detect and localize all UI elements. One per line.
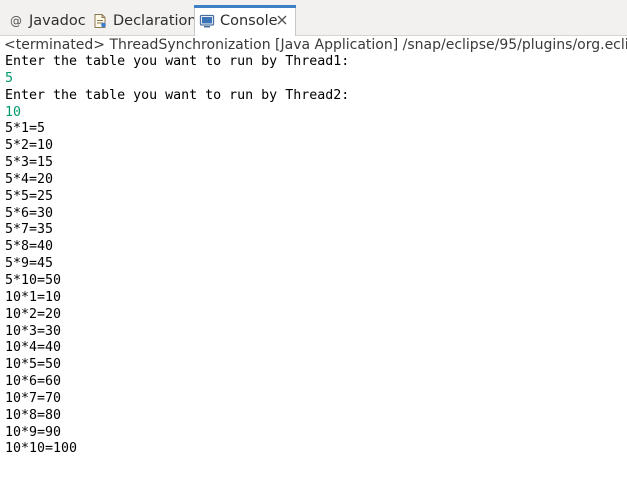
console-output-line: 10*9=90 [5, 424, 62, 440]
declaration-icon [92, 13, 108, 29]
console-output-line: 5*1=5 [5, 121, 46, 137]
console-output-line: 10*7=70 [5, 390, 62, 406]
console-output-line: 5*5=25 [5, 188, 54, 204]
tab-declaration[interactable]: Declaration [88, 6, 197, 36]
console-output-line: 5*6=30 [5, 205, 54, 221]
console-output-line: 5*9=45 [5, 256, 54, 272]
tab-javadoc[interactable]: @ Javadoc [4, 6, 86, 36]
console-output-line: 5*2=10 [5, 138, 54, 154]
console-output-line: 5*4=20 [5, 171, 54, 187]
console-output-line: Enter the table you want to run by Threa… [5, 87, 350, 103]
console-output-line: 5*7=35 [5, 222, 54, 238]
console-output-line: 10*6=60 [5, 374, 62, 390]
tab-label: Javadoc [29, 13, 86, 29]
at-sign-icon: @ [10, 14, 22, 28]
console-output: Enter the table you want to run by Threa… [5, 54, 349, 458]
console-output-line: 5*3=15 [5, 155, 54, 171]
close-icon[interactable] [275, 13, 289, 27]
console-input-line: 10 [5, 104, 22, 120]
console-output-line: 5*10=50 [5, 272, 62, 288]
console-output-line: 10*8=80 [5, 407, 62, 423]
tab-console[interactable]: Console [194, 5, 296, 36]
console-icon [199, 13, 215, 29]
console-view: @ Javadoc Declaration Console <terminate… [0, 0, 627, 501]
console-input-line: 5 [5, 70, 14, 86]
console-output-line: 10*1=10 [5, 289, 62, 305]
console-output-line: Enter the table you want to run by Threa… [5, 54, 350, 69]
console-output-area[interactable]: <terminated> ThreadSynchronization [Java… [0, 36, 627, 501]
tab-label: Console [220, 13, 278, 29]
console-output-line: 10*3=30 [5, 323, 62, 339]
view-tab-bar: @ Javadoc Declaration Console [0, 0, 627, 36]
console-output-line: 10*10=100 [5, 441, 78, 457]
console-output-line: 10*2=20 [5, 306, 62, 322]
console-output-line: 10*4=40 [5, 340, 62, 356]
process-status-label: <terminated> ThreadSynchronization [Java… [4, 37, 627, 53]
console-output-line: 5*8=40 [5, 239, 54, 255]
tab-label: Declaration [113, 13, 197, 29]
console-output-line: 10*5=50 [5, 357, 62, 373]
